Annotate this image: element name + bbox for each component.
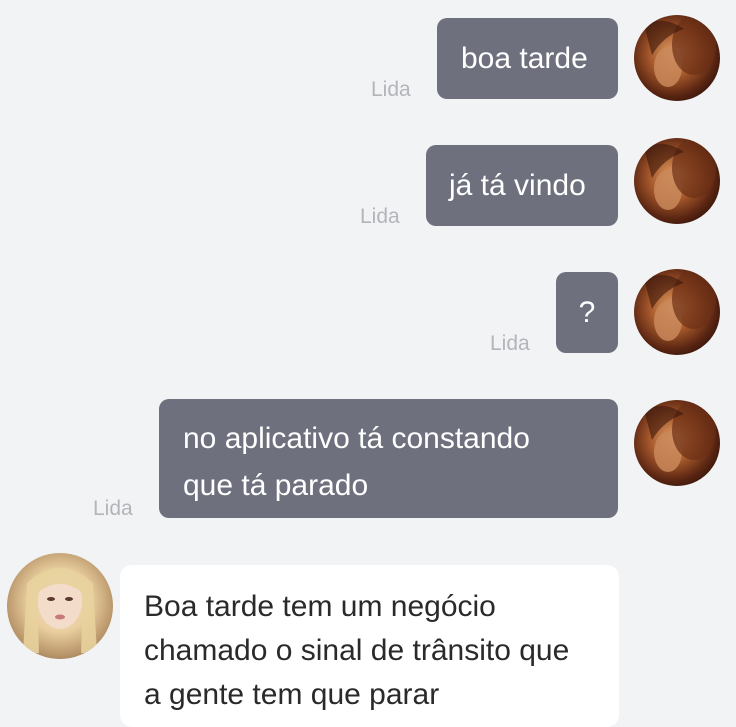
message-text: no aplicativo tá constando xyxy=(183,422,530,455)
user-avatar-photo-icon xyxy=(634,269,720,355)
sender-avatar[interactable] xyxy=(634,138,720,224)
outgoing-message-bubble[interactable]: boa tarde xyxy=(437,18,618,99)
user-avatar-photo-icon xyxy=(634,400,720,486)
message-text: boa tarde xyxy=(461,42,588,75)
message-text: que tá parado xyxy=(183,469,369,502)
sender-avatar[interactable] xyxy=(634,400,720,486)
message-text: já tá vindo xyxy=(449,169,586,202)
user-avatar-photo-icon xyxy=(634,15,720,101)
outgoing-message-bubble[interactable]: ? xyxy=(556,272,618,353)
message-text: ? xyxy=(578,296,596,329)
incoming-message-bubble[interactable]: Boa tarde tem um negócio chamado o sinal… xyxy=(120,565,619,727)
message-text: Boa tarde tem um negócio xyxy=(144,590,496,623)
message-text: chamado o sinal de trânsito que xyxy=(144,634,570,667)
read-status: Lida xyxy=(360,205,400,228)
read-status: Lida xyxy=(371,78,411,101)
user-avatar-photo-icon xyxy=(634,138,720,224)
chat-thread: Lida boa tarde Lida já tá vindo Lida ? L… xyxy=(0,0,736,727)
read-status: Lida xyxy=(490,332,530,355)
sender-avatar[interactable] xyxy=(634,269,720,355)
outgoing-message-bubble[interactable]: já tá vindo xyxy=(426,145,618,226)
sender-avatar[interactable] xyxy=(634,15,720,101)
outgoing-message-bubble[interactable]: no aplicativo tá constando que tá parado xyxy=(159,399,618,518)
read-status: Lida xyxy=(93,497,133,520)
contact-avatar-photo-icon xyxy=(7,553,113,659)
contact-avatar[interactable] xyxy=(7,553,113,659)
message-text: a gente tem que parar xyxy=(144,678,440,711)
